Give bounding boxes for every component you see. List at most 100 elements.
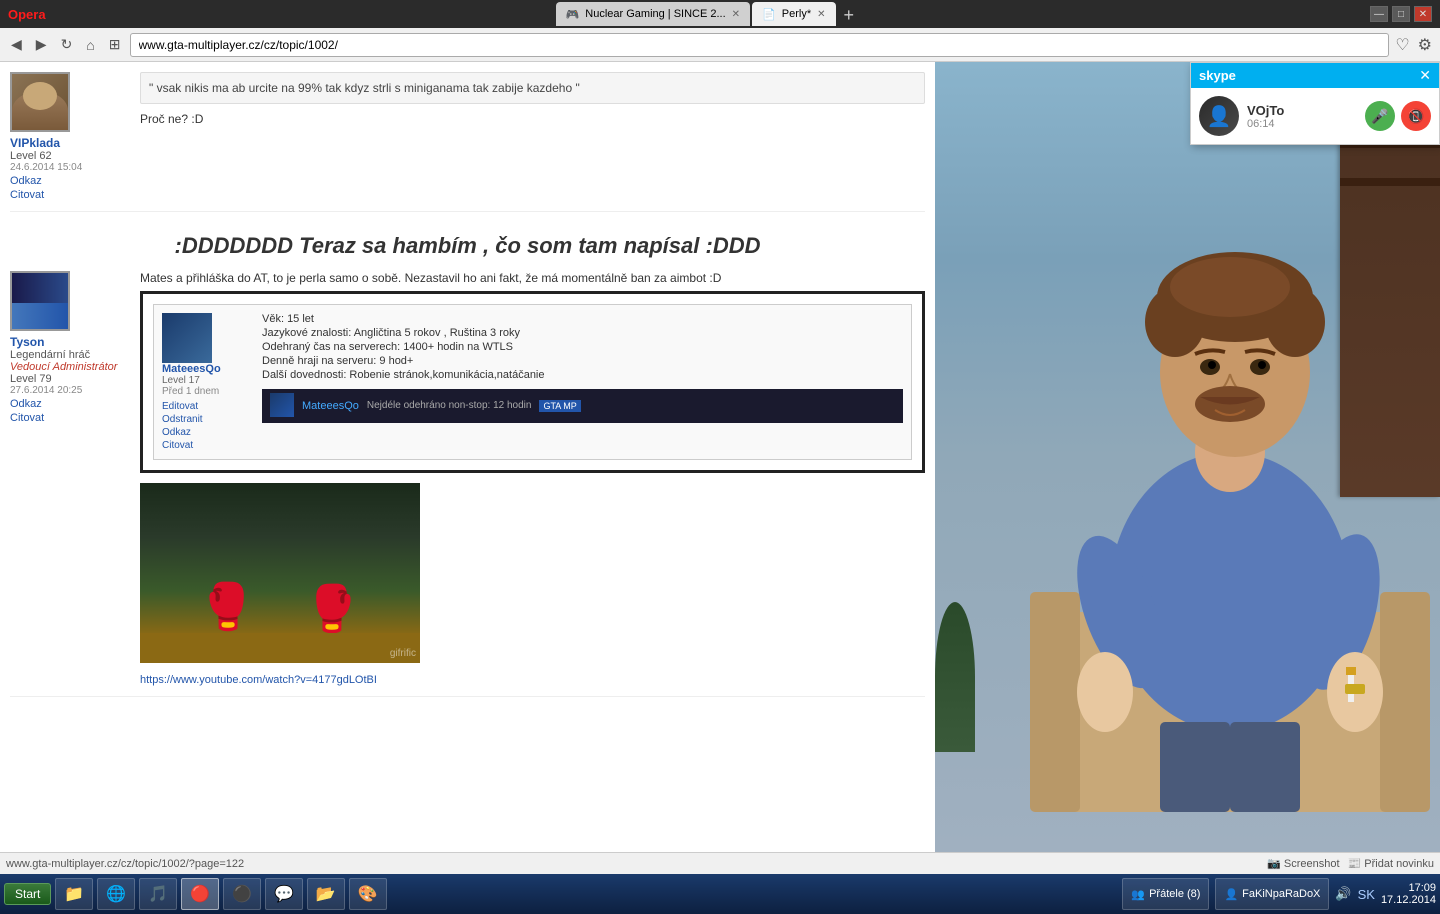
post-2-link-citovat[interactable]: Citovat [10,412,130,424]
back-button[interactable]: ◀ [6,34,27,55]
skype-caller-avatar: 👤 [1199,96,1239,136]
address-bar[interactable] [130,33,1390,57]
post-1-username: VIPklada [10,136,130,150]
app-edit-link[interactable]: Editovat [162,401,252,412]
skype-caller-name: VOjTo [1247,103,1357,118]
post-1-quote: " vsak nikis ma ab urcite na 99% tak kdy… [140,72,925,104]
taskbar-app-paint[interactable]: 🎨 [349,878,387,910]
taskbar-user[interactable]: 👤 FaKiNpaRaDoX [1215,878,1329,910]
taskbar-friends[interactable]: 👥 Přátele (8) [1122,878,1209,910]
taskbar-app-ball[interactable]: ⚫ [223,878,261,910]
skype-call-time: 06:14 [1247,118,1357,130]
taskbar-app-folder2[interactable]: 📂 [307,878,345,910]
app-detail-daily: Denně hraji na serveru: 9 hod+ [262,355,903,367]
settings-icon[interactable]: ⚙ [1416,33,1434,57]
skype-answer-button[interactable]: 🎤 [1365,101,1395,131]
home-button[interactable]: ⌂ [81,35,99,55]
title-bar-left: Opera [8,7,46,22]
post-1: VIPklada Level 62 24.6.2014 15:04 Odkaz … [10,72,925,212]
app-banner-avatar [270,393,294,417]
character-svg [1030,112,1430,812]
tab-close-1[interactable]: ✕ [732,9,740,20]
forward-button[interactable]: ▶ [31,34,52,55]
taskbar: Start 📁 🌐 🎵 🔴 ⚫ 💬 📂 🎨 👥 Přátele (8) 👤 Fa… [0,874,1440,914]
tab-label-1: Nuclear Gaming | SINCE 2... [585,8,725,20]
skype-header: skype ✕ [1191,63,1439,88]
page-content: VIPklada Level 62 24.6.2014 15:04 Odkaz … [0,62,935,852]
grid-button[interactable]: ⊞ [104,34,126,55]
post-2-link-odkaz[interactable]: Odkaz [10,398,130,410]
app-link[interactable]: Odkaz [162,427,252,438]
status-screenshot: 📷 Screenshot [1267,857,1339,870]
right-panel: R and theft skype ✕ 👤 VOjTo 06:14 🎤 [935,62,1440,852]
taskbar-app-chrome[interactable]: 🌐 [97,878,135,910]
bookmark-icon[interactable]: ♡ [1393,33,1411,57]
post-2-admin-title: Vedoucí Administrátor [10,361,130,373]
tab-nuclear-gaming[interactable]: 🎮 Nuclear Gaming | SINCE 2... ✕ [556,2,751,26]
post-1-link-odkaz[interactable]: Odkaz [10,175,130,187]
youtube-embed: 🥊 🥊 gifrific [140,483,420,663]
app-actions: Editovat Odstranit Odkaz Citovat [162,401,252,451]
maximize-button[interactable]: □ [1392,6,1410,22]
taskbar-app-opera[interactable]: 🔴 [181,878,219,910]
app-detail-hours: Odehraný čas na serverech: 1400+ hodin n… [262,341,903,353]
post-1-date: 24.6.2014 15:04 [10,162,130,173]
post-2: Tyson Legendární hráč Vedoucí Administrá… [10,271,925,697]
tab-close-2[interactable]: ✕ [817,9,825,20]
post-1-link-citovat[interactable]: Citovat [10,189,130,201]
tab-bar: 🎮 Nuclear Gaming | SINCE 2... ✕ 📄 Perly*… [552,2,864,26]
status-url: www.gta-multiplayer.cz/cz/topic/1002/?pa… [6,858,1257,870]
post-1-level: Level 62 [10,150,130,162]
app-detail-languages: Jazykové znalosti: Angličtina 5 rokov , … [262,327,903,339]
app-banner-logo: GTA MP [539,400,580,412]
skype-caller-info: VOjTo 06:14 [1247,103,1357,130]
paint-icon: 🎨 [358,884,378,904]
opera-icon: 🔴 [190,884,210,904]
chrome-icon: 🌐 [106,884,126,904]
taskbar-app-media[interactable]: 🎵 [139,878,177,910]
taskbar-app-skype[interactable]: 💬 [265,878,303,910]
taskbar-time-value: 17:09 [1381,882,1436,894]
app-detail-other: Další dovednosti: Robenie stránok,komuni… [262,369,903,381]
ball-icon: ⚫ [232,884,252,904]
app-profile: MateeesQo Level 17 Před 1 dnem Editovat … [153,304,912,460]
post-2-date: 27.6.2014 20:25 [10,385,130,396]
skype-notification: skype ✕ 👤 VOjTo 06:14 🎤 📵 [1190,62,1440,145]
post-2-left: Tyson Legendární hráč Vedoucí Administrá… [10,271,130,686]
app-level: Level 17 [162,375,252,386]
skype-call-actions: 🎤 📵 [1365,101,1431,131]
skype-close-button[interactable]: ✕ [1419,67,1431,84]
friends-label: Přátele (8) [1149,888,1200,900]
new-tab-button[interactable]: + [838,5,861,26]
status-bar: www.gta-multiplayer.cz/cz/topic/1002/?pa… [0,852,1440,874]
folder2-icon: 📂 [316,884,336,904]
skype-decline-button[interactable]: 📵 [1401,101,1431,131]
skype-icon: 💬 [274,884,294,904]
app-quote-link[interactable]: Citovat [162,440,252,451]
post-1-avatar [10,72,70,132]
embedded-app: MateeesQo Level 17 Před 1 dnem Editovat … [140,291,925,473]
status-addnews: 📰 Přidat novinku [1348,857,1434,870]
opera-logo: Opera [8,7,46,22]
app-banner-name: MateeesQo [302,400,359,412]
taskbar-app-files[interactable]: 📁 [55,878,93,910]
youtube-link[interactable]: https://www.youtube.com/watch?v=4177gdLO… [140,674,377,686]
start-button[interactable]: Start [4,883,51,905]
post-2-text: Mates a přihláška do AT, to je perla sam… [140,271,925,285]
post-2-avatar [10,271,70,331]
tab-favicon-2: 📄 [762,8,776,21]
nav-bar: ◀ ▶ ↻ ⌂ ⊞ ♡ ⚙ [0,28,1440,62]
app-user-info: MateeesQo Level 17 Před 1 dnem Editovat … [162,313,252,451]
skype-logo: skype [1199,68,1236,83]
forum-page: VIPklada Level 62 24.6.2014 15:04 Odkaz … [0,62,935,852]
minimize-button[interactable]: — [1370,6,1388,22]
reload-button[interactable]: ↻ [56,34,78,55]
tab-perly[interactable]: 📄 Perly* ✕ [752,2,835,26]
app-remove-link[interactable]: Odstranit [162,414,252,425]
close-button[interactable]: ✕ [1414,6,1432,22]
window-controls: — □ ✕ [1370,6,1432,22]
plant-left [935,602,975,752]
browser-chrome: Opera 🎮 Nuclear Gaming | SINCE 2... ✕ 📄 … [0,0,1440,62]
post-1-left: VIPklada Level 62 24.6.2014 15:04 Odkaz … [10,72,130,201]
app-avatar [162,313,212,363]
